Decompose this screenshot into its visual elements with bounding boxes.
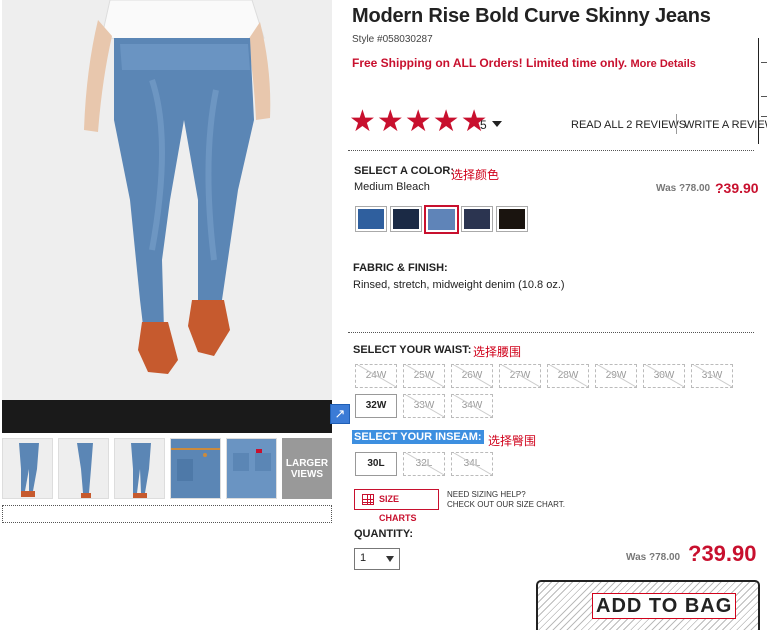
inseam-annotation: 选择臀围 — [488, 434, 537, 448]
waist-28w[interactable]: 28W — [547, 364, 589, 388]
thumbnail-image — [115, 439, 164, 498]
swatch-fill — [393, 209, 419, 229]
waist-annotation: 选择腰围 — [473, 345, 522, 359]
selected-color-name: Medium Bleach — [354, 181, 430, 193]
waist-31w[interactable]: 31W — [691, 364, 733, 388]
swatch-fill — [464, 209, 490, 229]
thumbnail-image — [227, 439, 276, 498]
sale-price: ?39.90 — [715, 180, 759, 196]
was-price-bottom: Was ?78.00 — [626, 552, 681, 563]
thumbnail-image — [59, 439, 108, 498]
swatch-fill — [428, 209, 455, 230]
sizing-help-line-1: NEED SIZING HELP? — [447, 490, 526, 499]
divider — [348, 332, 754, 333]
size-charts-label: SIZE CHARTS — [379, 494, 417, 523]
inseam-label: SELECT YOUR INSEAM: — [352, 430, 484, 444]
waist-30w[interactable]: 30W — [643, 364, 685, 388]
fabric-text: Rinsed, stretch, midweight denim (10.8 o… — [353, 279, 565, 291]
waist-label: SELECT YOUR WAIST: — [353, 344, 472, 356]
swatch-fill — [358, 209, 384, 229]
fabric-label: FABRIC & FINISH: — [353, 262, 448, 274]
size-charts-button[interactable]: SIZE CHARTS — [354, 489, 439, 523]
waist-29w[interactable]: 29W — [595, 364, 637, 388]
waist-32w[interactable]: 32W — [355, 394, 397, 418]
inseam-label-text: SELECT YOUR INSEAM: — [352, 430, 484, 444]
rating-count[interactable]: 5 — [480, 118, 487, 132]
color-swatch-1[interactable] — [355, 206, 387, 232]
quantity-label: QUANTITY: — [354, 528, 414, 540]
product-title: Modern Rise Bold Curve Skinny Jeans — [352, 5, 711, 27]
thumbnail-side[interactable] — [58, 438, 109, 499]
thumbnail-detail-back[interactable] — [226, 438, 277, 499]
color-swatch-3-selected[interactable] — [424, 205, 459, 234]
inseam-32l[interactable]: 32L — [403, 452, 445, 476]
sale-price-bottom: ?39.90 — [688, 541, 757, 566]
image-caption-box — [2, 505, 332, 523]
more-details-link[interactable]: More Details — [630, 58, 695, 70]
quantity-select[interactable]: 1 — [354, 548, 400, 570]
color-swatch-4[interactable] — [461, 206, 493, 232]
thumbnail-detail-front[interactable] — [170, 438, 221, 499]
page-edge-scroll — [758, 38, 767, 144]
sizing-help-line-2: CHECK OUT OUR SIZE CHART. — [447, 500, 565, 509]
waist-33w[interactable]: 33W — [403, 394, 445, 418]
grid-icon — [362, 494, 374, 505]
shipping-text: Free Shipping on ALL Orders! Limited tim… — [352, 56, 628, 70]
style-number: Style #058030287 — [352, 34, 433, 45]
color-swatch-5[interactable] — [496, 206, 528, 232]
inseam-34l[interactable]: 34L — [451, 452, 493, 476]
expand-image-icon[interactable]: ↗ — [330, 404, 350, 424]
shipping-promo: Free Shipping on ALL Orders! Limited tim… — [352, 56, 696, 70]
divider — [676, 114, 677, 134]
edge-tick — [761, 96, 767, 97]
divider — [348, 150, 754, 151]
waist-24w[interactable]: 24W — [355, 364, 397, 388]
write-review-link[interactable]: WRITE A REVIEW — [684, 119, 767, 131]
rating-stars: ★★★★★ — [349, 105, 489, 138]
larger-views-button[interactable]: LARGER VIEWS — [282, 438, 332, 499]
waist-34w[interactable]: 34W — [451, 394, 493, 418]
color-swatch-2[interactable] — [390, 206, 422, 232]
edge-tick — [761, 62, 767, 63]
thumbnail-image — [3, 439, 52, 498]
thumbnail-front[interactable] — [2, 438, 53, 499]
waist-26w[interactable]: 26W — [451, 364, 493, 388]
add-to-bag-button[interactable]: ADD TO BAG — [536, 580, 760, 630]
chevron-down-icon — [386, 556, 394, 562]
quantity-value: 1 — [360, 552, 367, 564]
product-main-image[interactable] — [2, 0, 332, 400]
color-label: SELECT A COLOR: — [354, 165, 455, 177]
waist-27w[interactable]: 27W — [499, 364, 541, 388]
was-price: Was ?78.00 — [656, 183, 711, 194]
chevron-down-icon[interactable] — [492, 121, 502, 127]
thumbnail-image — [171, 439, 220, 498]
waist-25w[interactable]: 25W — [403, 364, 445, 388]
sizing-help-text: NEED SIZING HELP? CHECK OUT OUR SIZE CHA… — [447, 490, 565, 510]
thumbnail-back[interactable] — [114, 438, 165, 499]
model-jeans-illustration — [2, 0, 332, 400]
image-caption-bar — [2, 400, 332, 433]
swatch-fill — [499, 209, 525, 229]
read-reviews-link[interactable]: READ ALL 2 REVIEWS — [571, 119, 686, 131]
add-to-bag-label: ADD TO BAG — [592, 593, 737, 619]
color-annotation: 选择颜色 — [451, 168, 500, 182]
edge-tick — [761, 116, 767, 117]
inseam-30l[interactable]: 30L — [355, 452, 397, 476]
